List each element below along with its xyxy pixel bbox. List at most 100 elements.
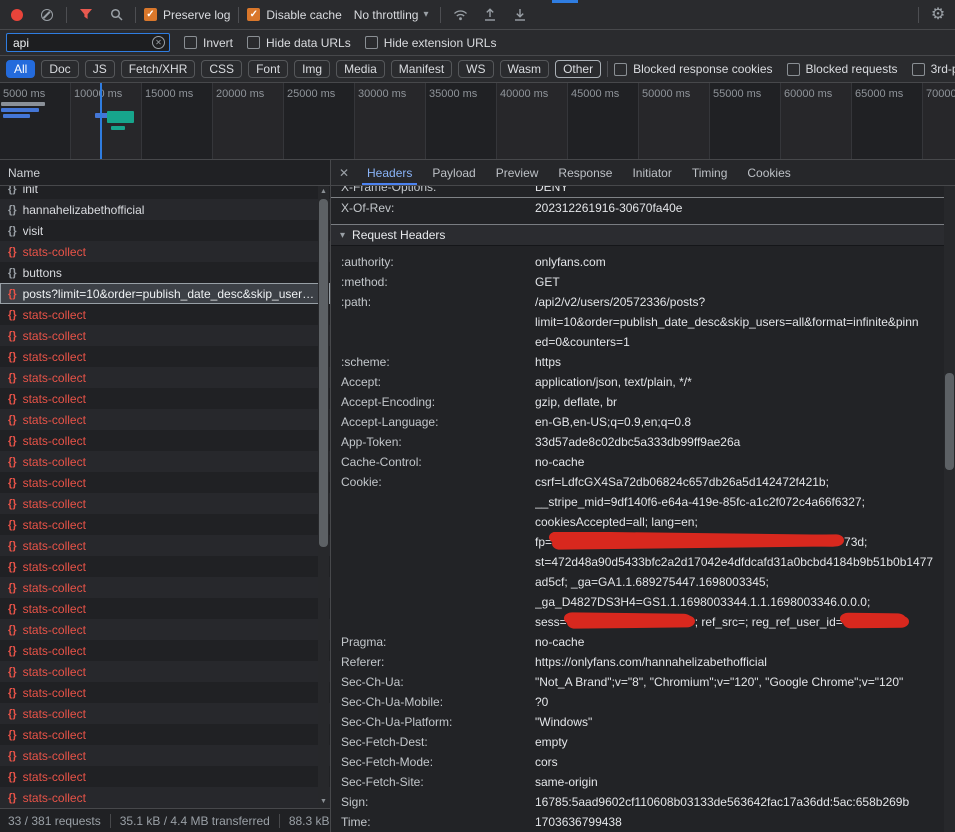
header-name: Accept: xyxy=(331,372,535,392)
tab-preview[interactable]: Preview xyxy=(486,160,549,185)
header-name: Sec-Ch-Ua: xyxy=(331,672,535,692)
json-icon: {} xyxy=(8,246,17,258)
checkbox-blocked-response-cookies[interactable]: Blocked response cookies xyxy=(614,63,772,76)
request-row[interactable]: {}stats-collect xyxy=(0,430,330,451)
clear-filter-icon[interactable]: ✕ xyxy=(152,36,165,49)
request-row[interactable]: {}stats-collect xyxy=(0,745,330,766)
search-button[interactable] xyxy=(105,4,127,26)
request-row[interactable]: {}stats-collect xyxy=(0,640,330,661)
hide-data-urls-label: Hide data URLs xyxy=(266,37,351,49)
network-conditions-button[interactable] xyxy=(449,4,471,26)
request-name: stats-collect xyxy=(23,476,86,490)
header-name: Sign: xyxy=(331,792,535,812)
request-row[interactable]: {}stats-collect xyxy=(0,766,330,787)
filter-chip-manifest[interactable]: Manifest xyxy=(391,60,452,78)
scroll-down-icon[interactable]: ▼ xyxy=(320,796,327,808)
waterfall-bar xyxy=(1,108,39,112)
request-row[interactable]: {}stats-collect xyxy=(0,451,330,472)
tab-cookies[interactable]: Cookies xyxy=(737,160,800,185)
header-row: Pragma:no-cache xyxy=(331,632,944,652)
filter-chip-doc[interactable]: Doc xyxy=(41,60,78,78)
clear-button[interactable] xyxy=(36,4,58,26)
tab-payload[interactable]: Payload xyxy=(422,160,485,185)
request-row[interactable]: {}stats-collect xyxy=(0,787,330,808)
tab-response[interactable]: Response xyxy=(548,160,622,185)
filter-chip-wasm[interactable]: Wasm xyxy=(500,60,550,78)
request-row[interactable]: {}stats-collect xyxy=(0,367,330,388)
header-row: :path:/api2/v2/users/20572336/posts?limi… xyxy=(331,292,944,352)
header-value-line: sess=; ref_src=; reg_ref_user_id= xyxy=(535,612,944,632)
request-row[interactable]: {}stats-collect xyxy=(0,493,330,514)
disable-cache-checkbox[interactable]: ✓ Disable cache xyxy=(247,8,341,21)
request-row[interactable]: {}stats-collect xyxy=(0,388,330,409)
filter-chip-js[interactable]: JS xyxy=(85,60,115,78)
filter-chip-fetch-xhr[interactable]: Fetch/XHR xyxy=(121,60,196,78)
json-icon: {} xyxy=(8,645,17,657)
name-column-header[interactable]: Name xyxy=(0,160,330,186)
request-row[interactable]: {}stats-collect xyxy=(0,724,330,745)
section-caret-icon: ▾ xyxy=(340,230,345,241)
export-har-button[interactable] xyxy=(509,4,531,26)
section-label: Request Headers xyxy=(352,228,445,242)
header-name: :path: xyxy=(331,292,535,312)
request-row[interactable]: {}hannahelizabethofficial xyxy=(0,199,330,220)
request-row[interactable]: {}stats-collect xyxy=(0,703,330,724)
request-row[interactable]: {}stats-collect xyxy=(0,577,330,598)
close-icon[interactable]: ✕ xyxy=(331,160,357,185)
request-row[interactable]: {}stats-collect xyxy=(0,325,330,346)
scrollbar-thumb[interactable] xyxy=(945,373,954,470)
scroll-up-icon[interactable]: ▲ xyxy=(320,186,327,198)
header-value-line: cookiesAccepted=all; lang=en; xyxy=(535,512,944,532)
import-har-button[interactable] xyxy=(479,4,501,26)
checkbox-blocked-requests[interactable]: Blocked requests xyxy=(787,63,898,76)
tab-headers[interactable]: Headers xyxy=(357,160,422,185)
settings-button[interactable]: ⚙ xyxy=(927,4,949,26)
request-list-scrollbar[interactable]: ▲ ▼ xyxy=(318,186,329,808)
filter-chip-ws[interactable]: WS xyxy=(458,60,493,78)
checkbox-3rd-party-requests[interactable]: 3rd-party requests xyxy=(912,63,955,76)
filter-toggle-button[interactable] xyxy=(75,4,97,26)
invert-checkbox[interactable]: Invert xyxy=(184,36,233,49)
checkbox-label: 3rd-party requests xyxy=(931,63,955,75)
section-header-request-headers[interactable]: ▾ Request Headers xyxy=(331,224,944,246)
request-row[interactable]: {}stats-collect xyxy=(0,346,330,367)
filter-chip-other[interactable]: Other xyxy=(555,60,601,78)
filter-chip-css[interactable]: CSS xyxy=(201,60,242,78)
request-row[interactable]: {}stats-collect xyxy=(0,661,330,682)
request-row[interactable]: {}stats-collect xyxy=(0,241,330,262)
scrollbar-thumb[interactable] xyxy=(319,199,328,547)
request-row[interactable]: {}posts?limit=10&order=publish_date_desc… xyxy=(0,283,330,304)
tab-timing[interactable]: Timing xyxy=(682,160,738,185)
filter-chip-all[interactable]: All xyxy=(6,60,35,78)
tab-initiator[interactable]: Initiator xyxy=(622,160,681,185)
request-row[interactable]: {}stats-collect xyxy=(0,619,330,640)
request-row[interactable]: {}stats-collect xyxy=(0,556,330,577)
checkbox-box xyxy=(614,63,627,76)
hide-extension-urls-checkbox[interactable]: Hide extension URLs xyxy=(365,36,497,49)
request-row[interactable]: {}stats-collect xyxy=(0,409,330,430)
request-row[interactable]: {}stats-collect xyxy=(0,598,330,619)
details-scrollbar[interactable] xyxy=(944,186,955,832)
preserve-log-label: Preserve log xyxy=(163,9,230,21)
filter-chip-img[interactable]: Img xyxy=(294,60,330,78)
network-toolbar: ✓ Preserve log ✓ Disable cache No thrott… xyxy=(0,0,955,30)
request-row[interactable]: {}stats-collect xyxy=(0,472,330,493)
request-row[interactable]: {}buttons xyxy=(0,262,330,283)
filter-chip-font[interactable]: Font xyxy=(248,60,288,78)
timeline-overview-strip[interactable]: 5000 ms10000 ms15000 ms20000 ms25000 ms3… xyxy=(0,83,955,160)
record-button[interactable] xyxy=(6,4,28,26)
checkbox-label: Blocked requests xyxy=(806,63,898,75)
preserve-log-checkbox[interactable]: ✓ Preserve log xyxy=(144,8,230,21)
request-row[interactable]: {}stats-collect xyxy=(0,514,330,535)
filter-chip-media[interactable]: Media xyxy=(336,60,385,78)
throttling-dropdown[interactable]: No throttling ▾ xyxy=(350,6,433,24)
request-row[interactable]: {}visit xyxy=(0,220,330,241)
request-row[interactable]: {}init xyxy=(0,186,330,199)
request-row[interactable]: {}stats-collect xyxy=(0,304,330,325)
request-row[interactable]: {}stats-collect xyxy=(0,535,330,556)
request-name: stats-collect xyxy=(23,518,86,532)
filter-input[interactable]: api ✕ xyxy=(6,33,170,52)
request-row[interactable]: {}stats-collect xyxy=(0,682,330,703)
toolbar-divider xyxy=(238,7,239,23)
hide-data-urls-checkbox[interactable]: Hide data URLs xyxy=(247,36,351,49)
